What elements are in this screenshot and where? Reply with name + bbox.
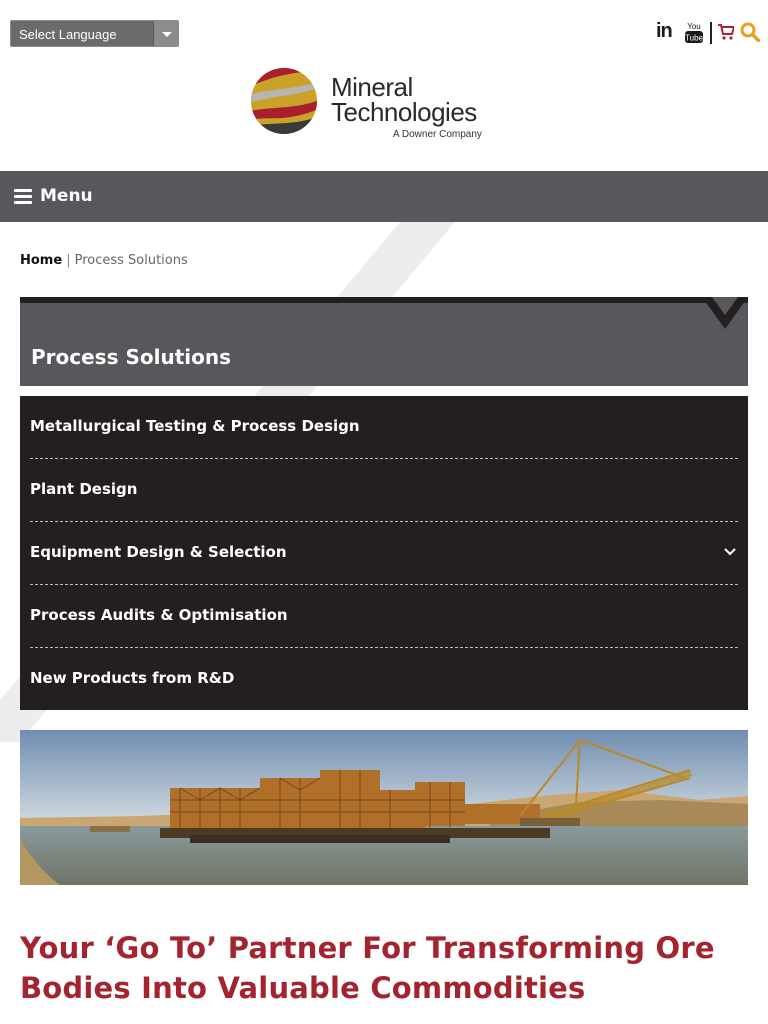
menu-label: Menu — [40, 186, 93, 206]
menu-bar[interactable]: Menu — [0, 171, 768, 222]
nav-item-label: Equipment Design & Selection — [30, 543, 287, 561]
nav-item-new-products[interactable]: New Products from R&D — [30, 648, 738, 711]
nav-item-equipment-design[interactable]: Equipment Design & Selection — [30, 522, 738, 585]
language-select[interactable]: Select Language — [10, 20, 179, 47]
nav-item-plant-design[interactable]: Plant Design — [30, 459, 738, 522]
logo-globe-icon — [251, 68, 317, 134]
nav-item-process-audits[interactable]: Process Audits & Optimisation — [30, 585, 738, 648]
header-divider — [710, 22, 712, 44]
hamburger-icon — [14, 189, 32, 204]
search-icon[interactable] — [740, 22, 760, 42]
logo-text-line2: Technologies — [331, 97, 477, 127]
notch-chevron-icon — [702, 297, 748, 329]
language-select-label: Select Language — [19, 27, 117, 42]
breadcrumb: Home | Process Solutions — [20, 253, 188, 268]
linkedin-icon[interactable]: in — [656, 20, 673, 43]
page-headline: Your ‘Go To’ Partner For Transforming Or… — [20, 931, 715, 1005]
nav-item-metallurgical-testing[interactable]: Metallurgical Testing & Process Design — [30, 396, 738, 459]
youtube-icon-text-top: You — [687, 22, 701, 31]
chevron-down-icon[interactable] — [724, 548, 736, 556]
chevron-down-icon — [153, 21, 178, 46]
breadcrumb-separator: | — [66, 253, 71, 268]
section-header: Process Solutions — [20, 297, 748, 386]
nav-item-label: New Products from R&D — [30, 669, 235, 687]
section-nav-list: Metallurgical Testing & Process Design P… — [20, 396, 748, 710]
logo-tagline: A Downer Company — [393, 129, 482, 140]
nav-item-label: Process Audits & Optimisation — [30, 606, 288, 624]
section-title: Process Solutions — [31, 345, 231, 369]
hero-image-mining-dredge — [20, 730, 748, 885]
breadcrumb-home-link[interactable]: Home — [20, 253, 62, 268]
nav-item-label: Metallurgical Testing & Process Design — [30, 417, 360, 435]
youtube-icon[interactable]: You Tube — [685, 20, 703, 44]
youtube-icon-text-bottom: Tube — [685, 34, 703, 43]
nav-item-label: Plant Design — [30, 480, 138, 498]
breadcrumb-current: Process Solutions — [74, 253, 188, 268]
cart-icon[interactable] — [718, 24, 734, 40]
brand-logo[interactable]: Mineral Technologies A Downer Company — [249, 64, 489, 144]
